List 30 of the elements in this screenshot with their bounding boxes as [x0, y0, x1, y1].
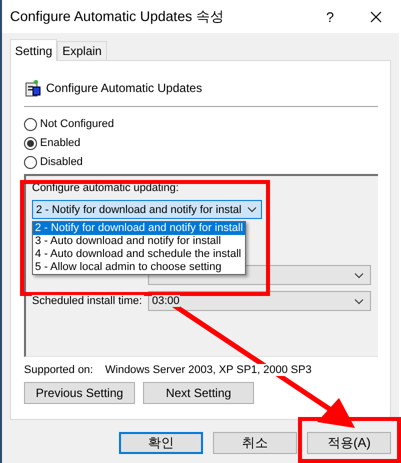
dialog-button[interactable]: 확인: [119, 432, 203, 454]
tab[interactable]: Explain: [57, 41, 107, 60]
field-label: Scheduled install time:: [32, 295, 144, 307]
nav-button[interactable]: Next Setting: [143, 382, 254, 404]
field-label: Configure automatic updating:: [32, 182, 180, 196]
tab[interactable]: Setting: [10, 39, 58, 61]
radio-label: Enabled: [40, 137, 80, 149]
dropdown[interactable]: 2 - Notify for download and notify for instal: [32, 200, 262, 219]
radio-label: Not Configured: [40, 118, 114, 130]
chevron-icon: [247, 206, 258, 213]
help-button[interactable]: ?: [307, 0, 353, 33]
supported-value: Windows Server 2003, XP SP1, 2000 SP3: [105, 364, 312, 376]
list-item[interactable]: 3 - Auto download and notify for install: [33, 235, 245, 248]
chevron-icon: [354, 298, 364, 304]
window-title: Configure Automatic Updates 속성: [10, 8, 225, 26]
chevron-icon: [354, 272, 364, 278]
policy-title: Configure Automatic Updates: [46, 81, 202, 95]
radio-label: Disabled: [40, 156, 83, 168]
policy-icon: [24, 79, 42, 97]
radio-button[interactable]: [24, 156, 37, 168]
dialog-button[interactable]: 적용(A): [307, 432, 391, 454]
supported-label: Supported on:: [24, 364, 94, 376]
list-item[interactable]: 5 - Allow local admin to choose setting: [33, 261, 245, 274]
list-item[interactable]: 2 - Notify for download and notify for install: [33, 222, 245, 235]
dialog-button[interactable]: 취소: [213, 432, 297, 454]
close-icon: [370, 10, 382, 22]
nav-button[interactable]: Previous Setting: [24, 382, 135, 404]
radio-button[interactable]: [24, 136, 37, 150]
radio-button[interactable]: [24, 118, 37, 130]
list-item[interactable]: 4 - Auto download and schedule the install: [33, 248, 245, 261]
